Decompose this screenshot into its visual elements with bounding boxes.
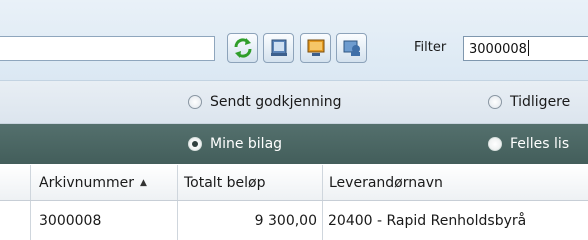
refresh-button[interactable] — [227, 33, 258, 63]
cell-arkivnummer: 3000008 — [30, 201, 177, 240]
column-header-totalt-belop[interactable]: Totalt beløp — [177, 165, 322, 200]
radio-button[interactable] — [488, 95, 502, 109]
document-view-button[interactable] — [263, 33, 294, 63]
text-caret — [527, 40, 529, 56]
document-view-icon — [270, 39, 287, 56]
app-frame: Filter 3000008 Sendt godkjenning Tidlige… — [0, 0, 588, 240]
radio-tidligere[interactable]: Tidligere — [488, 94, 570, 110]
column-label: Totalt beløp — [184, 174, 266, 191]
cell-text: 3000008 — [39, 212, 102, 229]
radio-button[interactable] — [488, 137, 502, 151]
radio-label: Sendt godkjenning — [210, 94, 342, 110]
grid-header: Arkivnummer ▲ Totalt beløp Leverandørnav… — [0, 165, 588, 201]
filter-value: 3000008 — [469, 42, 527, 57]
monitor-icon — [307, 39, 324, 56]
monitor-button[interactable] — [300, 33, 331, 63]
radio-label: Tidligere — [510, 94, 571, 110]
search-input[interactable] — [0, 36, 215, 61]
column-label: Leverandørnavn — [329, 174, 443, 191]
filter-input[interactable]: 3000008 — [463, 36, 588, 61]
column-header-arkivnummer[interactable]: Arkivnummer ▲ — [30, 165, 177, 200]
radio-mine-bilag[interactable]: Mine bilag — [188, 136, 282, 152]
radio-label: Mine bilag — [210, 136, 283, 152]
filter-label: Filter — [414, 40, 447, 55]
cell-text: 9 300,00 — [254, 212, 317, 229]
column-header-leverandornavn[interactable]: Leverandørnavn — [322, 165, 588, 200]
users-button[interactable] — [336, 33, 367, 63]
cell-leverandornavn: 20400 - Rapid Renholdsbyrå — [322, 201, 588, 240]
status-filter-row: Sendt godkjenning Tidligere — [0, 81, 588, 124]
radio-button[interactable] — [188, 95, 202, 109]
radio-felles-liste[interactable]: Felles lis — [488, 136, 569, 152]
radio-label: Felles lis — [510, 136, 570, 152]
toolbar: Filter 3000008 — [0, 0, 588, 81]
column-label: Arkivnummer — [39, 174, 135, 191]
cell-text: 20400 - Rapid Renholdsbyrå — [328, 212, 527, 229]
cell-totalt-belop: 9 300,00 — [177, 201, 322, 240]
table-row[interactable]: 3000008 9 300,00 20400 - Rapid Renholdsb… — [0, 201, 588, 240]
radio-button-selected[interactable] — [188, 137, 202, 151]
refresh-icon — [233, 38, 252, 58]
scope-filter-row: Mine bilag Felles lis — [0, 124, 588, 164]
radio-sendt-godkjenning[interactable]: Sendt godkjenning — [188, 94, 342, 110]
users-icon — [343, 40, 360, 56]
sort-ascending-icon: ▲ — [140, 177, 147, 188]
